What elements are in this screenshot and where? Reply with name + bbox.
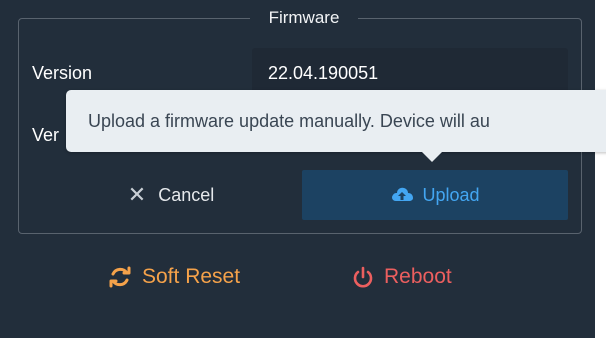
sync-icon	[108, 265, 132, 289]
upload-tooltip: Upload a firmware update manually. Devic…	[66, 90, 606, 162]
tooltip-arrow	[422, 152, 442, 162]
cloud-upload-icon	[390, 185, 414, 205]
second-row-label: Ver	[32, 125, 60, 145]
version-label: Version	[32, 63, 93, 83]
reboot-button[interactable]: Reboot	[352, 262, 452, 292]
upload-button[interactable]: Upload	[302, 170, 568, 220]
reboot-label: Reboot	[384, 265, 452, 288]
cancel-label: Cancel	[158, 184, 215, 205]
soft-reset-label: Soft Reset	[142, 265, 241, 288]
firmware-panel: Firmware Version 22.04.190051 Ver ✕ Canc…	[0, 0, 595, 338]
version-value: 22.04.190051	[268, 63, 379, 83]
close-icon: ✕	[127, 182, 147, 207]
fieldset-legend: Firmware	[250, 8, 358, 28]
power-icon	[352, 265, 374, 289]
app-root: Firmware Version 22.04.190051 Ver ✕ Canc…	[0, 0, 606, 338]
upload-label: Upload	[422, 184, 480, 205]
cancel-button[interactable]: ✕ Cancel	[96, 170, 246, 220]
tooltip-text: Upload a firmware update manually. Devic…	[88, 111, 490, 131]
soft-reset-button[interactable]: Soft Reset	[108, 262, 240, 292]
